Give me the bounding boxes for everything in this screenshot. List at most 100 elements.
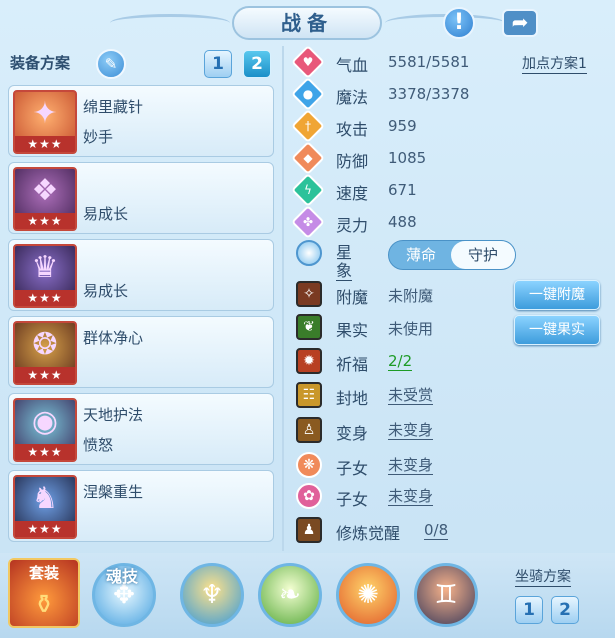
feature-value[interactable]: 未受赏 [388, 386, 434, 405]
equip-plan-heading: 装备方案 [10, 54, 71, 72]
feature-row-bless: ✹ 祈福 2/2 [296, 346, 496, 376]
needle-weapon-icon: ✦ ★★★ [13, 90, 77, 154]
stat-plan-link[interactable]: 加点方案1 [522, 53, 587, 74]
mount-plan-1-button[interactable]: 1 [515, 596, 543, 624]
lotus-icon: ✿ [296, 483, 322, 509]
feature-label: 修炼觉醒 [336, 524, 401, 543]
feature-row-transform: ♙ 变身 未变身 [296, 415, 496, 445]
feature-value: 未使用 [388, 320, 434, 338]
equip-name: 涅槃重生 [83, 483, 144, 501]
orb-leaf-button[interactable]: ❧ [258, 563, 322, 627]
feature-value[interactable]: 未变身 [388, 487, 434, 506]
headgear-icon: ❖ ★★★ [13, 167, 77, 231]
stat-row-hp: ♥ 气血 5581/5581 [291, 45, 476, 79]
equip-trait: 易成长 [83, 205, 129, 223]
stat-label: 魔法 [336, 88, 369, 107]
star-rating: ★★★ [15, 290, 75, 306]
orb-twins-button[interactable]: ♊ [414, 563, 478, 627]
equip-slot-4[interactable]: ❂ ★★★ 群体净心 [8, 316, 274, 388]
suit-button[interactable]: 套装 ⚱ [8, 558, 80, 628]
feature-value[interactable]: 未变身 [388, 456, 434, 475]
equip-slot-3[interactable]: ♛ ★★★ 易成长 [8, 239, 274, 311]
belt-icon: ◉ ★★★ [13, 398, 77, 462]
mount-plan-2-button[interactable]: 2 [551, 596, 579, 624]
edit-plan-button[interactable]: ✎ [96, 49, 126, 79]
monk-icon: ♆ [200, 580, 224, 610]
feature-value[interactable]: 0/8 [424, 521, 449, 540]
stat-label: 防御 [336, 152, 369, 171]
one-click-fruit-button[interactable]: 一键果实 [514, 315, 600, 345]
necklace-icon: ❂ ★★★ [13, 321, 77, 385]
fire-orb-icon: ✺ [357, 580, 379, 610]
equip-trait: 妙手 [83, 128, 114, 146]
feature-row-enchant: ✧ 附魔 未附魔 [296, 279, 496, 309]
star-sign-toggle[interactable]: 薄命 守护 [388, 240, 516, 270]
lightning-icon: ϟ [291, 173, 325, 207]
armor-icon: ♛ ★★★ [13, 244, 77, 308]
share-icon: ➦ [502, 9, 538, 37]
star-option-fate[interactable]: 薄命 [389, 241, 453, 269]
feature-value[interactable]: 2/2 [388, 352, 413, 371]
boots-icon: ♞ ★★★ [13, 475, 77, 539]
stat-row-spirit: ✤ 灵力 488 [291, 205, 476, 239]
stat-value: 3378/3378 [388, 85, 470, 103]
feature-value: 未附魔 [388, 287, 434, 305]
orb-monk-button[interactable]: ♆ [180, 563, 244, 627]
feature-label: 子女 [336, 490, 369, 509]
equip-name: 天地护法 [83, 406, 144, 424]
feature-row-child-1: ❋ 子女 未变身 [296, 450, 496, 480]
equip-slot-5[interactable]: ◉ ★★★ 天地护法 愤怒 [8, 393, 274, 465]
panel-divider [282, 46, 284, 551]
one-click-enchant-button[interactable]: 一键附魔 [514, 280, 600, 310]
stat-row-speed: ϟ 速度 671 [291, 173, 476, 207]
stat-label: 速度 [336, 184, 369, 203]
feature-label: 果实 [336, 321, 369, 340]
pencil-icon: ✎ [104, 55, 118, 73]
feature-label: 子女 [336, 459, 369, 478]
battle-prep-panel: 战备 ! ➦ 装备方案 ✎ 1 2 ✦ ★★★ 绵里藏针 妙手 ❖ ★★★ 易成长 … [0, 0, 615, 638]
equip-slot-2[interactable]: ❖ ★★★ 易成长 [8, 162, 274, 234]
feature-row-fief: ☷ 封地 未受赏 [296, 380, 496, 410]
equip-plan-1-button[interactable]: 1 [204, 50, 232, 78]
stat-label: 灵力 [336, 216, 369, 235]
stat-value: 5581/5581 [388, 53, 470, 71]
fruit-icon: ❦ [296, 314, 322, 340]
feature-value[interactable]: 未变身 [388, 421, 434, 440]
feature-label: 变身 [336, 424, 369, 443]
mana-icon: ● [291, 77, 325, 111]
share-button[interactable]: ➦ [502, 5, 538, 41]
star-option-guard[interactable]: 守护 [451, 241, 515, 269]
leaf-orb-icon: ❧ [279, 580, 301, 610]
stat-label: 气血 [336, 56, 369, 75]
star-compass-icon [296, 240, 322, 266]
equip-plan-2-button[interactable]: 2 [243, 50, 271, 78]
orb-fire-button[interactable]: ✺ [336, 563, 400, 627]
soul-skill-label: 魂技 [105, 567, 138, 586]
star-sign-label[interactable]: 星象 [336, 244, 353, 281]
equip-slot-6[interactable]: ♞ ★★★ 涅槃重生 [8, 470, 274, 542]
feature-row-awaken: ♟ 修炼觉醒 0/8 [296, 515, 526, 545]
info-button[interactable]: ! [441, 5, 477, 41]
equip-trait: 愤怒 [83, 436, 114, 454]
suit-label: 套装 [28, 564, 59, 582]
stat-value: 671 [388, 181, 417, 199]
stat-row-defense: ◆ 防御 1085 [291, 141, 476, 175]
equip-slot-1[interactable]: ✦ ★★★ 绵里藏针 妙手 [8, 85, 274, 157]
mount-plan-label[interactable]: 坐骑方案 [515, 566, 571, 587]
page-title: 战备 [232, 6, 382, 40]
exclamation-icon: ! [443, 7, 475, 39]
spirit-icon: ✤ [291, 205, 325, 239]
feature-label: 祈福 [336, 355, 369, 374]
treasure-pot-icon: ⚱ [33, 590, 55, 620]
feature-label: 附魔 [336, 288, 369, 307]
equip-name: 绵里藏针 [83, 98, 144, 116]
fief-icon: ☷ [296, 382, 322, 408]
shield-icon: ◆ [291, 141, 325, 175]
title-bar: 战备 ! ➦ [0, 0, 615, 46]
stat-row-attack: † 攻击 959 [291, 109, 476, 143]
transform-icon: ♙ [296, 417, 322, 443]
stat-row-mp: ● 魔法 3378/3378 [291, 77, 476, 111]
child-icon: ❋ [296, 452, 322, 478]
star-rating: ★★★ [15, 213, 75, 229]
feature-row-child-2: ✿ 子女 未变身 [296, 481, 496, 511]
